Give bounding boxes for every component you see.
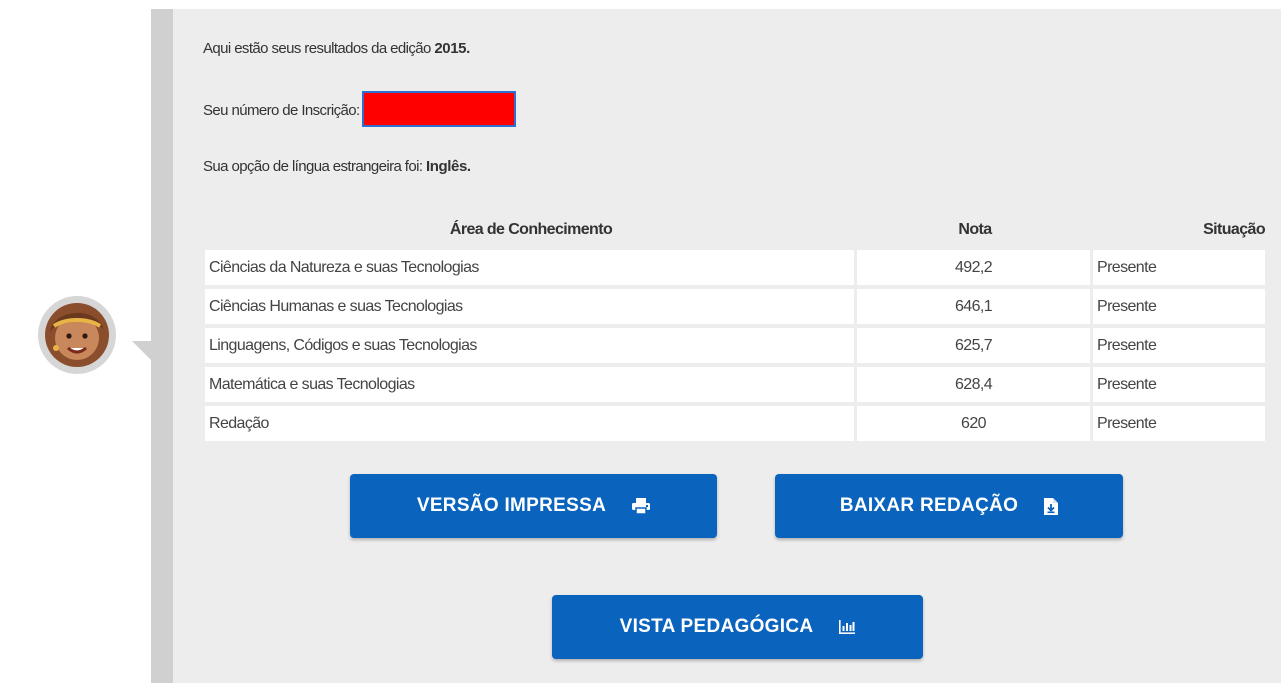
pedagogical-view-label: VISTA PEDAGÓGICA [619,616,814,637]
edition-year: 2015. [434,40,470,57]
speech-bubble-pointer [132,341,151,360]
inscription-line: Seu número de Inscrição: [203,91,516,129]
table-row: Linguagens, Códigos e suas Tecnologias 6… [205,328,1265,363]
language-label: Sua opção de língua estrangeira foi: [203,158,423,175]
panel-left-border [151,9,173,683]
header-situacao: Situação [1203,221,1265,238]
print-version-button[interactable]: VERSÃO IMPRESSA [350,474,717,538]
edition-line: Aqui estão seus resultados da edição 201… [203,40,470,57]
cell-area: Linguagens, Códigos e suas Tecnologias [205,328,857,363]
pedagogical-view-button[interactable]: VISTA PEDAGÓGICA [552,595,923,659]
cell-situacao: Presente [1093,367,1265,402]
inscription-label: Seu número de Inscrição: [203,101,360,119]
avatar-illustration-icon [45,303,109,367]
table-header-row: Área de Conhecimento Nota Situação [205,214,1266,246]
results-table: Área de Conhecimento Nota Situação Ciênc… [205,210,1266,445]
table-row: Ciências da Natureza e suas Tecnologias … [205,250,1265,285]
print-version-label: VERSÃO IMPRESSA [416,495,607,516]
cell-nota: 625,7 [857,328,1093,363]
file-download-icon [1044,497,1059,515]
cell-situacao: Presente [1093,328,1265,363]
cell-nota: 628,4 [857,367,1093,402]
redacted-inscription-number [361,91,516,127]
download-essay-button[interactable]: BAIXAR REDAÇÃO [775,474,1123,538]
cell-nota: 620 [857,406,1093,441]
cell-situacao: Presente [1093,250,1265,285]
download-essay-label: BAIXAR REDAÇÃO [839,495,1019,516]
language-value: Inglês. [425,158,471,175]
cell-area: Ciências da Natureza e suas Tecnologias [205,250,857,285]
printer-icon [632,498,651,514]
cell-situacao: Presente [1093,406,1265,441]
table-row: Matemática e suas Tecnologias 628,4 Pres… [205,367,1265,402]
language-line: Sua opção de língua estrangeira foi: Ing… [203,158,471,175]
cell-area: Ciências Humanas e suas Tecnologias [205,289,857,324]
bar-chart-icon [839,620,856,634]
avatar [38,296,116,374]
cell-nota: 492,2 [857,250,1093,285]
cell-area: Redação [205,406,857,441]
edition-text: Aqui estão seus resultados da edição [203,40,431,57]
header-nota: Nota [958,221,992,238]
cell-situacao: Presente [1093,289,1265,324]
cell-nota: 646,1 [857,289,1093,324]
cell-area: Matemática e suas Tecnologias [205,367,857,402]
table-row: Ciências Humanas e suas Tecnologias 646,… [205,289,1265,324]
header-area: Área de Conhecimento [449,221,613,238]
table-row: Redação 620 Presente [205,406,1265,441]
